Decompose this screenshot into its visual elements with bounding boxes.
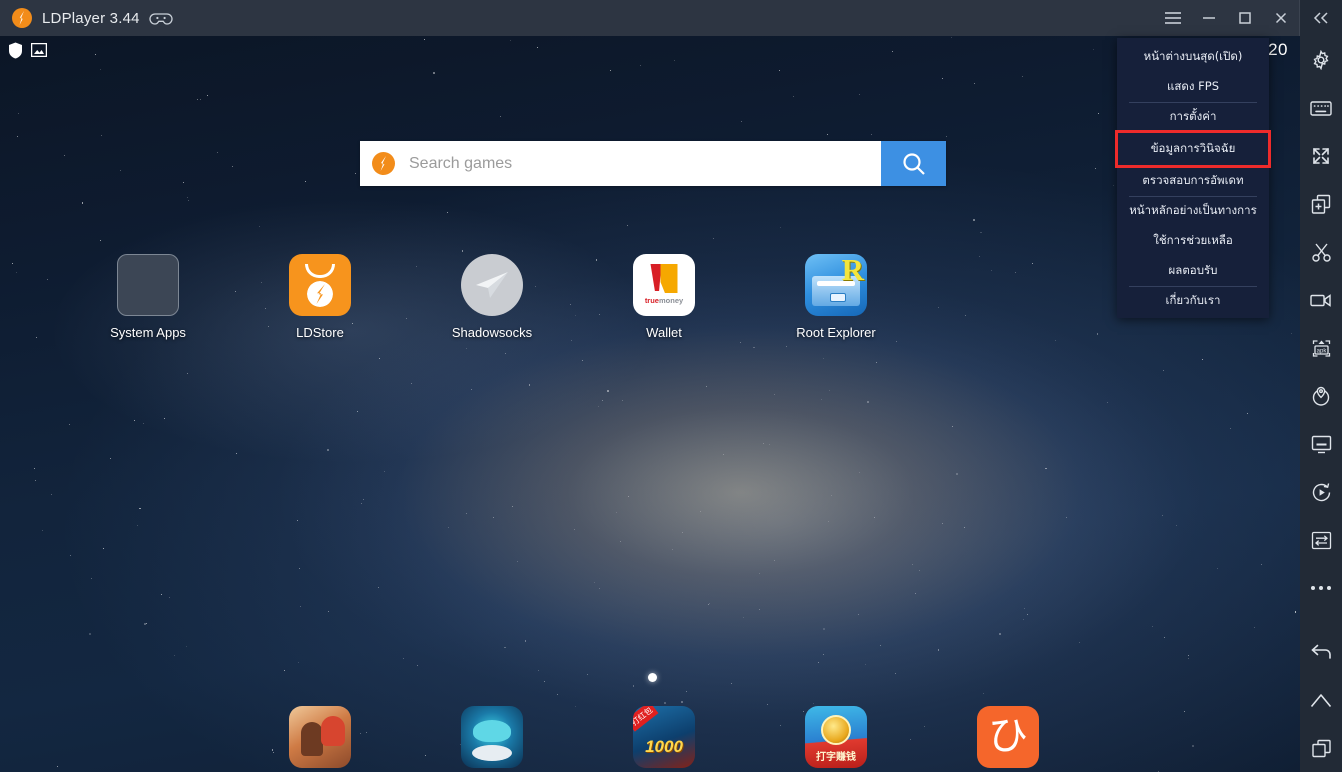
minimize-icon[interactable] (1191, 0, 1227, 36)
app-label: System Apps (110, 325, 186, 340)
photo-icon (31, 43, 47, 57)
more-dots-icon[interactable] (1300, 564, 1342, 612)
fullscreen-icon[interactable] (1300, 132, 1342, 180)
keyboard-icon[interactable] (1300, 84, 1342, 132)
ldstore-icon (289, 254, 351, 316)
app-buyu[interactable]: 打红包1000 捕鱼部落千炮版 (578, 706, 750, 772)
app-label: Wallet (646, 325, 682, 340)
add-window-icon[interactable] (1300, 180, 1342, 228)
app-row-bottom: 妖怪哪里走 放置奇兵 -全球同服放置 打红包1000 捕鱼部落千炮版 打字赚钱 … (234, 706, 1164, 772)
shield-icon (8, 42, 23, 59)
root-explorer-icon: R (805, 254, 867, 316)
home-icon[interactable] (1300, 676, 1342, 724)
app-title: LDPlayer 3.44 (42, 10, 140, 27)
menu-item-8[interactable]: เกี่ยวกับเรา (1117, 286, 1269, 316)
game-buyu-icon: 打红包1000 (633, 706, 695, 768)
shadowsocks-icon (461, 254, 523, 316)
menu-item-label: หน้าต่างบนสุด(เปิด) (1144, 48, 1243, 66)
menu-item-7[interactable]: ผลตอบรับ (1117, 256, 1269, 286)
back-icon[interactable] (1300, 628, 1342, 676)
taidou-icon: ひ (977, 706, 1039, 768)
collapse-sidebar-icon[interactable] (1300, 0, 1342, 36)
monitor-icon[interactable] (1300, 420, 1342, 468)
menu-item-4[interactable]: ตรวจสอบการอัพเดท (1117, 166, 1269, 196)
app-shadowsocks[interactable]: Shadowsocks (406, 254, 578, 340)
menu-item-label: ข้อมูลการวินิจฉัย (1151, 140, 1236, 158)
menu-item-1[interactable]: แสดง FPS (1117, 72, 1269, 102)
scissors-icon[interactable] (1300, 228, 1342, 276)
close-icon[interactable] (1263, 0, 1299, 36)
page-dot[interactable] (648, 673, 657, 682)
window-controls (1155, 0, 1342, 36)
menu-item-3[interactable]: ข้อมูลการวินิจฉัย (1117, 132, 1269, 166)
menu-item-label: ผลตอบรับ (1169, 262, 1218, 280)
ldplayer-logo-icon (372, 152, 395, 175)
video-camera-icon[interactable] (1300, 276, 1342, 324)
app-yaoguai[interactable]: 妖怪哪里走 (234, 706, 406, 772)
android-status-bar: :20 (0, 36, 1300, 64)
svg-text:apk: apk (1316, 348, 1327, 354)
app-qushuru[interactable]: 打字赚钱 趣输入 (750, 706, 922, 772)
status-icons (8, 42, 47, 59)
hamburger-menu-icon[interactable] (1155, 0, 1191, 36)
app-fangzhi-qibing[interactable]: 放置奇兵 -全球同服放置 (406, 706, 578, 772)
app-row-top: System Apps LDStore Shadowsocks (62, 254, 1222, 340)
app-wallet[interactable]: truemoney Wallet (578, 254, 750, 340)
ldplayer-window: LDPlayer 3.44 (0, 0, 1342, 772)
app-label: LDStore (296, 325, 344, 340)
system-apps-icon (117, 254, 179, 316)
menu-item-2[interactable]: การตั้งค่า (1117, 102, 1269, 132)
maximize-icon[interactable] (1227, 0, 1263, 36)
search-input[interactable] (409, 155, 881, 173)
apk-install-icon[interactable]: apk (1300, 324, 1342, 372)
right-toolbar: apk (1300, 36, 1342, 772)
app-system-apps[interactable]: System Apps (62, 254, 234, 340)
recents-icon[interactable] (1300, 724, 1342, 772)
qushuru-icon: 打字赚钱 (805, 706, 867, 768)
app-taidou[interactable]: ひ 太抖-游戏解说短视频互动 (922, 706, 1094, 772)
menu-item-6[interactable]: ใช้การช่วยเหลือ (1117, 226, 1269, 256)
gamepad-icon[interactable] (149, 10, 173, 26)
menu-item-5[interactable]: หน้าหลักอย่างเป็นทางการ (1117, 196, 1269, 226)
menu-item-label: หน้าหลักอย่างเป็นทางการ (1129, 202, 1257, 220)
app-ldstore[interactable]: LDStore (234, 254, 406, 340)
truemoney-wallet-icon: truemoney (633, 254, 695, 316)
app-label: Root Explorer (796, 325, 875, 340)
app-label: Shadowsocks (452, 325, 532, 340)
app-root-explorer[interactable]: R Root Explorer (750, 254, 922, 340)
menu-item-label: เกี่ยวกับเรา (1166, 292, 1221, 310)
menu-item-label: แสดง FPS (1167, 78, 1219, 96)
gear-icon[interactable] (1300, 36, 1342, 84)
menu-item-label: ตรวจสอบการอัพเดท (1142, 172, 1243, 190)
menu-item-label: ใช้การช่วยเหลือ (1153, 232, 1232, 250)
emulator-screen[interactable]: :20 System Apps (0, 36, 1300, 772)
game-yaoguai-icon (289, 706, 351, 768)
location-pin-icon[interactable] (1300, 372, 1342, 420)
menu-item-0[interactable]: หน้าต่างบนสุด(เปิด) (1117, 42, 1269, 72)
ldplayer-logo-icon (12, 8, 32, 28)
search-field[interactable] (360, 141, 881, 186)
menu-item-label: การตั้งค่า (1170, 108, 1217, 126)
transfer-icon[interactable] (1300, 516, 1342, 564)
game-fangzhi-qibing-icon (461, 706, 523, 768)
play-circle-icon[interactable] (1300, 468, 1342, 516)
title-bar: LDPlayer 3.44 (0, 0, 1342, 36)
search-button[interactable] (881, 141, 946, 186)
main-dropdown-menu[interactable]: หน้าต่างบนสุด(เปิด) แสดง FPS การตั้งค่าข้อ… (1117, 38, 1269, 318)
search-bar[interactable] (360, 141, 946, 186)
